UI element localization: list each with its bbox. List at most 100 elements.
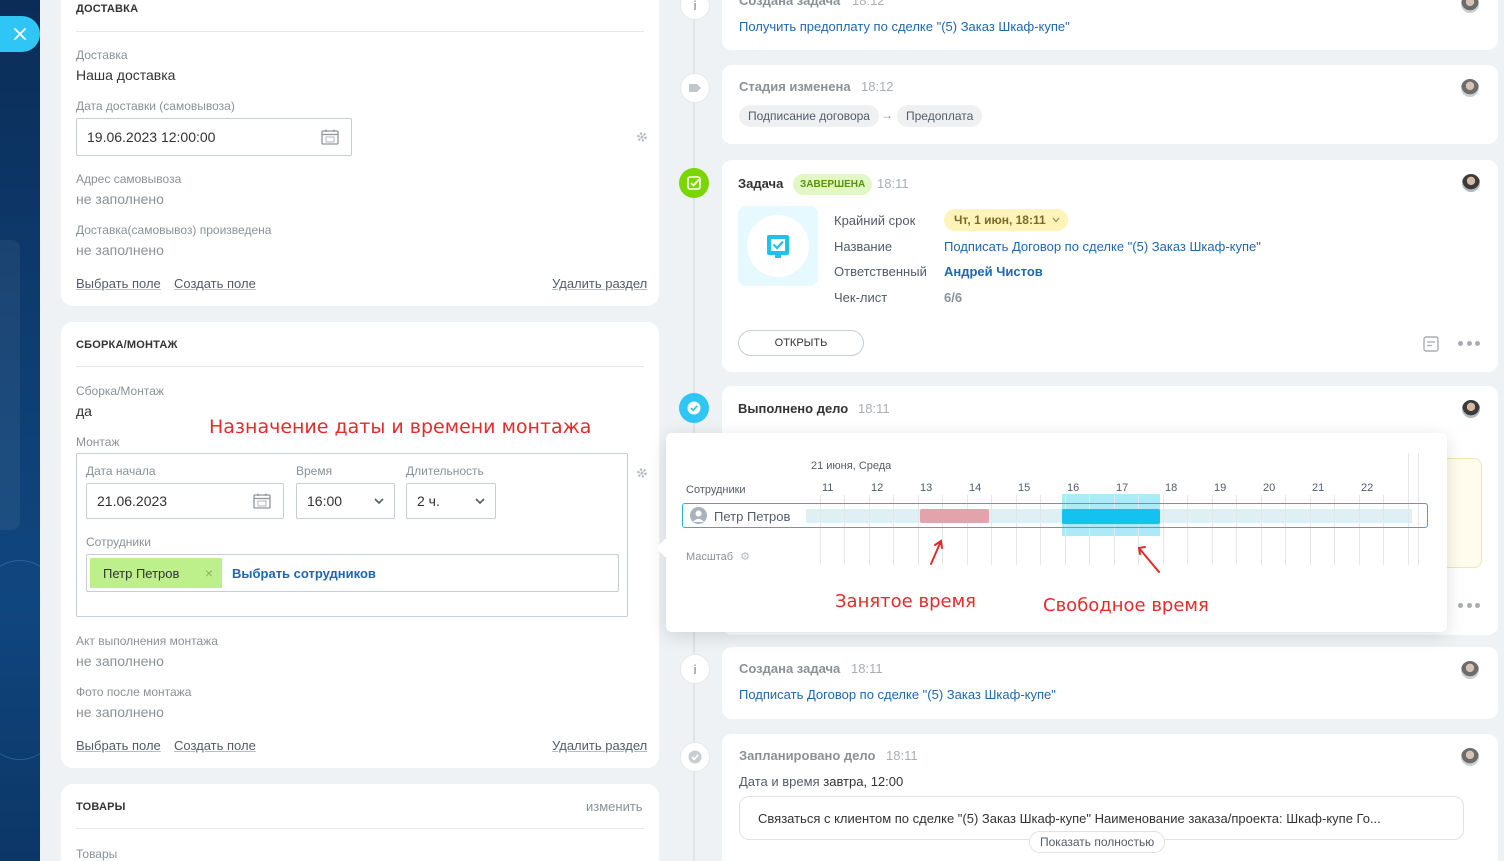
employee-tag: Петр Петров ×	[90, 558, 222, 588]
create-field-link[interactable]: Создать поле	[174, 738, 256, 753]
delivery-date-input[interactable]: 19.06.2023 12:00:00	[76, 118, 352, 156]
event-title: Выполнено дело	[738, 401, 849, 416]
select-employees-link[interactable]: Выбрать сотрудников	[232, 566, 376, 581]
start-date-value: 21.06.2023	[97, 493, 168, 509]
duration-value: 2 ч.	[417, 493, 440, 509]
annotation-free: Свободное время	[1043, 595, 1209, 616]
avatar[interactable]	[1461, 79, 1479, 97]
checklist-value: 6/6	[944, 290, 963, 305]
show-full-button[interactable]: Показать полностью	[1029, 831, 1166, 853]
deadline-pill[interactable]: Чт, 1 июн, 18:11	[944, 209, 1068, 231]
act-label: Акт выполнения монтажа	[76, 634, 218, 648]
employees-field[interactable]: Петр Петров × Выбрать сотрудников	[86, 554, 619, 592]
backdrop-panel	[0, 240, 20, 530]
act-value: не заполнено	[76, 653, 164, 669]
responsible-label: Ответственный	[834, 264, 927, 279]
tag-icon	[680, 73, 710, 103]
gear-icon[interactable]	[636, 131, 648, 143]
gear-icon[interactable]	[636, 467, 648, 479]
scale-text: Масштаб	[686, 551, 734, 563]
select-field-link[interactable]: Выбрать поле	[76, 276, 161, 291]
planner-hour-label: 22	[1361, 482, 1374, 494]
calendar-icon[interactable]	[321, 129, 339, 145]
delete-section-link[interactable]: Удалить раздел	[552, 738, 647, 753]
task-done-icon	[679, 168, 709, 198]
delivery-done-value: не заполнено	[76, 242, 164, 258]
event-title: Стадия изменена	[739, 79, 851, 94]
calendar-icon[interactable]	[253, 493, 271, 509]
planner-scale-label[interactable]: Масштаб ⚙	[686, 550, 750, 563]
planner-hour-label: 13	[920, 482, 933, 494]
remove-tag-icon[interactable]: ×	[205, 565, 213, 581]
more-icon[interactable]	[1458, 341, 1480, 347]
task-name-link[interactable]: Подписать Договор по сделке "(5) Заказ Ш…	[944, 239, 1261, 254]
mount-label: Монтаж	[76, 435, 120, 449]
deadline-label: Крайний срок	[834, 213, 916, 228]
planner-hour-label: 15	[1018, 482, 1031, 494]
create-field-link[interactable]: Создать поле	[174, 276, 256, 291]
name-label: Название	[834, 239, 893, 254]
planner-employee-row[interactable]: Петр Петров	[682, 503, 1428, 528]
delivery-date-value: 19.06.2023 12:00:00	[87, 129, 216, 145]
planner-employee-name: Петр Петров	[714, 509, 791, 524]
employees-label: Сотрудники	[86, 535, 151, 549]
check-circle-icon	[687, 401, 701, 415]
open-button[interactable]: ОТКРЫТЬ	[738, 330, 864, 356]
duration-label: Длительность	[406, 464, 484, 478]
time-select[interactable]: 16:00	[296, 483, 395, 519]
avatar[interactable]	[1462, 400, 1480, 418]
note-icon[interactable]	[1423, 336, 1440, 352]
planner-hour-label: 11	[822, 482, 834, 494]
stage-from-chip: Подписание договора	[739, 105, 879, 127]
activity-planned-icon	[680, 742, 710, 772]
divider	[76, 31, 644, 32]
select-field-link[interactable]: Выбрать поле	[76, 738, 161, 753]
assembly-section-title: СБОРКА/МОНТАЖ	[76, 339, 178, 351]
delivery-date-label: Дата доставки (самовывоза)	[76, 99, 235, 113]
checkbox-icon	[687, 176, 701, 190]
event-title: Задача	[738, 176, 784, 191]
assembly-label: Сборка/Монтаж	[76, 384, 164, 398]
task-link[interactable]: Получить предоплату по сделке "(5) Заказ…	[739, 19, 1070, 34]
avatar[interactable]	[1461, 661, 1479, 679]
time-value: 16:00	[307, 493, 343, 509]
responsible-link[interactable]: Андрей Чистов	[944, 264, 1043, 279]
planner-hour-label: 12	[871, 482, 884, 494]
scale-gear-icon[interactable]: ⚙	[740, 551, 750, 563]
left-sidebar-backdrop	[0, 0, 40, 861]
more-icon[interactable]	[1458, 603, 1480, 609]
pickup-address-value: не заполнено	[76, 191, 164, 207]
datetime-line: Дата и время завтра, 12:00	[739, 774, 903, 789]
avatar[interactable]	[1462, 174, 1480, 192]
timeline-event-task-created: Создана задача 18:11 Подписать Договор п…	[722, 647, 1498, 719]
delete-section-link[interactable]: Удалить раздел	[552, 276, 647, 291]
status-badge: ЗАВЕРШЕНА	[793, 174, 873, 195]
close-button[interactable]	[0, 16, 40, 52]
task-icon	[767, 235, 789, 258]
user-icon	[690, 507, 707, 524]
timeline-event-task: Задача ЗАВЕРШЕНА 18:11 Крайний срок Чт, …	[722, 160, 1498, 372]
start-date-input[interactable]: 21.06.2023	[86, 483, 284, 519]
event-time: 18:12	[861, 79, 894, 94]
annotation-busy: Занятое время	[835, 591, 976, 612]
avatar[interactable]	[1461, 748, 1479, 766]
event-time: 18:12	[852, 0, 885, 8]
chevron-down-icon	[374, 498, 384, 505]
goods-edit-link[interactable]: изменить	[586, 799, 643, 814]
duration-select[interactable]: 2 ч.	[406, 483, 496, 519]
chevron-down-icon	[1052, 217, 1060, 223]
time-label: Время	[296, 464, 333, 478]
resource-planner-popup: 21 июня, Среда Сотрудники 11 12 13 14 15 16 17…	[656, 433, 1447, 632]
task-link[interactable]: Подписать Договор по сделке "(5) Заказ Ш…	[739, 687, 1056, 702]
check-circle-icon	[688, 750, 702, 764]
annotation-assign: Назначение даты и времени монтажа	[209, 416, 592, 438]
assembly-value: да	[76, 403, 92, 419]
checklist-label: Чек-лист	[834, 290, 888, 305]
timeline-line	[693, 0, 695, 861]
delivery-value: Наша доставка	[76, 67, 176, 83]
planner-hour-label: 20	[1263, 482, 1276, 494]
task-thumbnail	[738, 206, 818, 286]
photo-value: не заполнено	[76, 704, 164, 720]
avatar[interactable]	[1461, 0, 1479, 13]
goods-section-title: ТОВАРЫ	[76, 801, 126, 813]
